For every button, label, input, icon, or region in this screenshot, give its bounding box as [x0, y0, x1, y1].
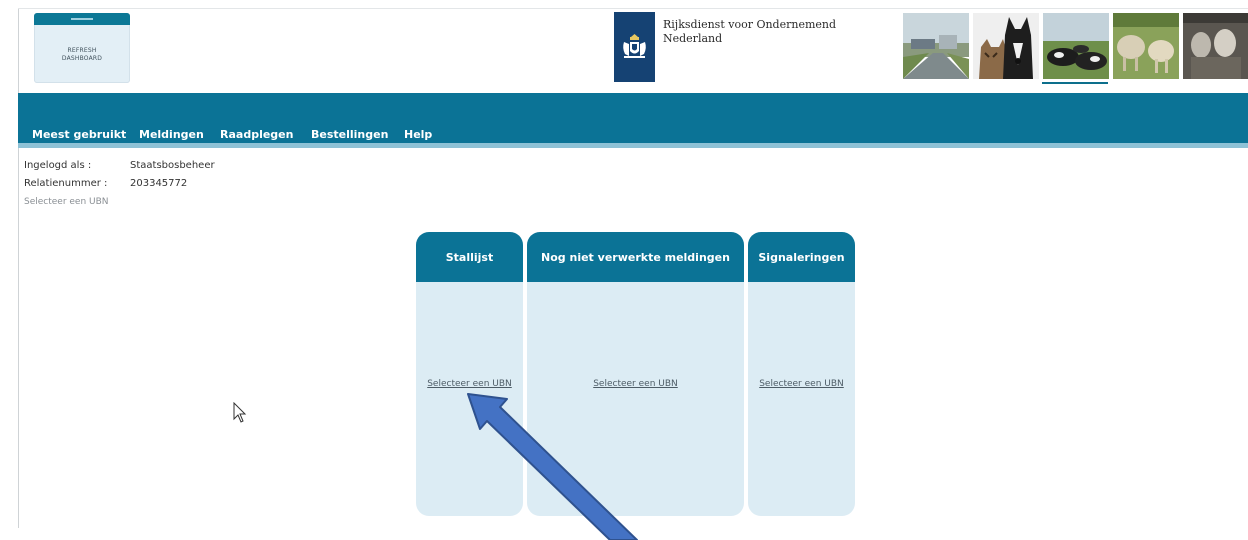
- relation-number-label: Relatienummer :: [24, 178, 108, 189]
- cows-meadow-photo[interactable]: [1043, 13, 1109, 79]
- card-meldingen-title: Nog niet verwerkte meldingen: [527, 232, 744, 282]
- relation-number-value: 203345772: [130, 178, 188, 189]
- rijksoverheid-logo: [614, 12, 655, 82]
- card-stallijst: Stallijst Selecteer een UBN: [416, 232, 523, 516]
- nav-item-help[interactable]: Help: [404, 128, 432, 141]
- road-landscape-photo[interactable]: [903, 13, 969, 79]
- nav-item-meest-gebruikt[interactable]: Meest gebruikt: [32, 128, 126, 141]
- card-nog-niet-verwerkte-meldingen: Nog niet verwerkte meldingen Selecteer e…: [527, 232, 744, 516]
- logged-in-value: Staatsbosbeheer: [130, 160, 215, 171]
- card-signaleringen-title: Signaleringen: [748, 232, 855, 282]
- card-stallijst-select-ubn-link[interactable]: Selecteer een UBN: [416, 379, 523, 389]
- mouse-pointer-icon: [233, 402, 247, 423]
- goats-barn-photo[interactable]: [1183, 13, 1248, 79]
- nav-item-meldingen[interactable]: Meldingen: [139, 128, 204, 141]
- nav-item-raadplegen[interactable]: Raadplegen: [220, 128, 293, 141]
- page-top-border: [18, 8, 1248, 9]
- refresh-button-label: REFRESH DASHBOARD: [61, 47, 103, 62]
- select-ubn-hint: Selecteer een UBN: [24, 197, 109, 207]
- card-stallijst-title: Stallijst: [416, 232, 523, 282]
- logged-in-label: Ingelogd als :: [24, 160, 92, 171]
- logo-text: Rijksdienst voor Ondernemend Nederland: [663, 18, 837, 45]
- refresh-button-cap: [34, 13, 130, 25]
- crown-lion-emblem-icon: [623, 34, 646, 58]
- refresh-dashboard-button[interactable]: REFRESH DASHBOARD: [34, 13, 130, 83]
- rvo-dashboard-page: REFRESH DASHBOARD Rijksdienst voor Onder…: [0, 0, 1248, 540]
- page-left-border: [18, 8, 19, 528]
- card-meldingen-select-ubn-link[interactable]: Selecteer een UBN: [527, 379, 744, 389]
- cat-dog-photo[interactable]: [973, 13, 1039, 79]
- sheep-goats-photo[interactable]: [1113, 13, 1179, 79]
- nav-item-bestellingen[interactable]: Bestellingen: [311, 128, 388, 141]
- card-signaleringen-select-ubn-link[interactable]: Selecteer een UBN: [748, 379, 855, 389]
- card-signaleringen: Signaleringen Selecteer een UBN: [748, 232, 855, 516]
- navigation-bottom-stripe: [18, 143, 1248, 148]
- header-photo-strip: [903, 13, 1248, 81]
- active-photo-indicator: [1042, 82, 1108, 84]
